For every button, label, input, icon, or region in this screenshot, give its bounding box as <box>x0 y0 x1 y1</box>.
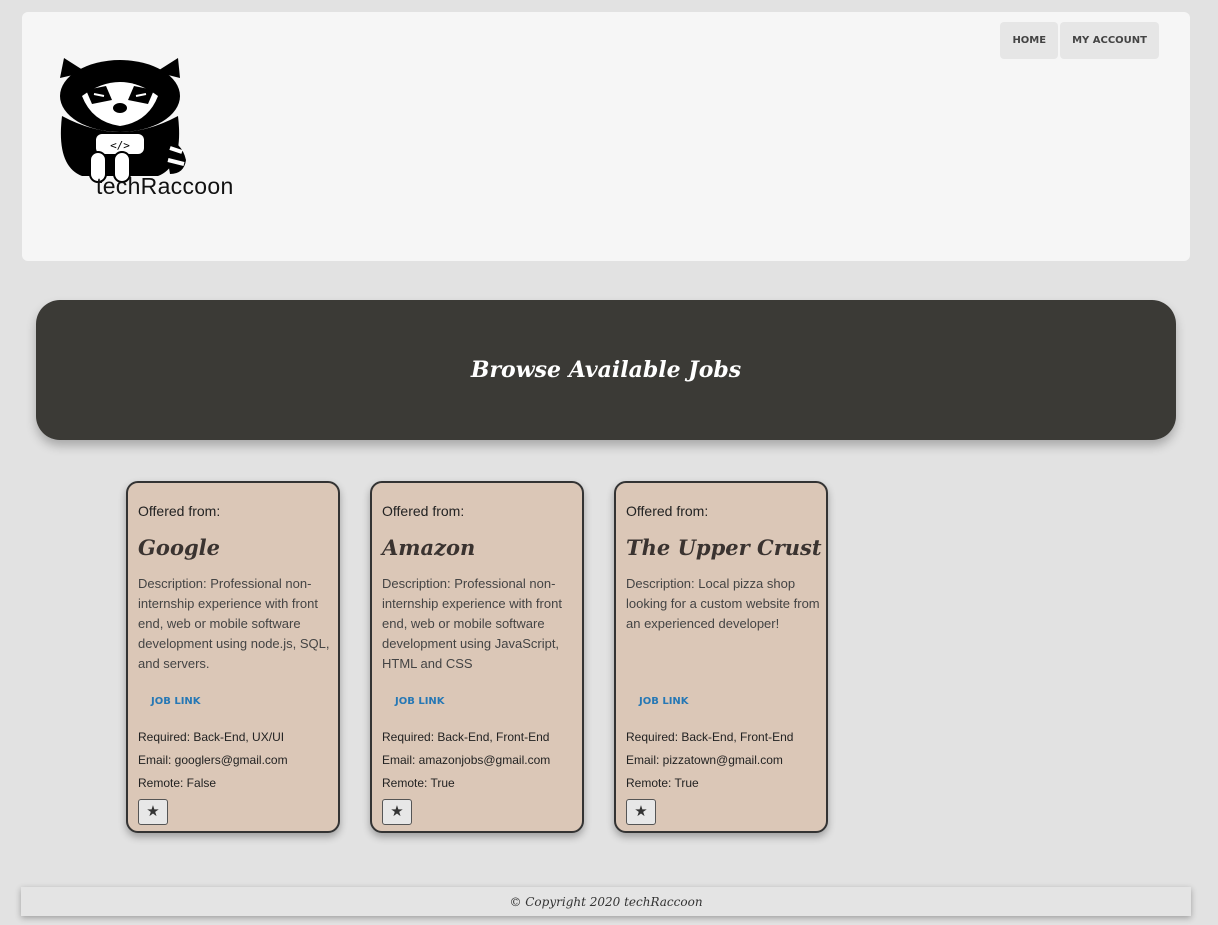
remote-status: Remote: False <box>138 776 217 790</box>
remote-status: Remote: True <box>382 776 455 790</box>
remote-status: Remote: True <box>626 776 699 790</box>
contact-email: Email: pizzatown@gmail.com <box>626 753 783 767</box>
star-icon: ★ <box>390 803 404 820</box>
my-account-button[interactable]: MY ACCOUNT <box>1060 22 1159 59</box>
favorite-button[interactable]: ★ <box>382 799 412 825</box>
main-nav: HOME MY ACCOUNT <box>1000 22 1159 59</box>
company-name: Google <box>138 535 220 560</box>
job-card-upper-crust: Offered from: The Upper Crust Descriptio… <box>614 481 828 833</box>
offered-label: Offered from: <box>626 503 709 519</box>
job-description: Description: Professional non-internship… <box>382 576 562 671</box>
favorite-button[interactable]: ★ <box>626 799 656 825</box>
svg-text:</>: </> <box>110 139 130 152</box>
site-footer: © Copyright 2020 techRaccoon <box>21 887 1191 916</box>
page-title: Browse Available Jobs <box>470 357 742 383</box>
favorite-button[interactable]: ★ <box>138 799 168 825</box>
required-skills: Required: Back-End, UX/UI <box>138 730 285 744</box>
required-skills: Required: Back-End, Front-End <box>626 730 794 744</box>
job-link[interactable]: JOB LINK <box>395 696 445 707</box>
copyright-text: © Copyright 2020 techRaccoon <box>509 894 703 909</box>
job-card-amazon: Offered from: Amazon Description: Profes… <box>370 481 584 833</box>
job-link[interactable]: JOB LINK <box>639 696 689 707</box>
offered-label: Offered from: <box>382 503 465 519</box>
star-icon: ★ <box>634 803 648 820</box>
company-name: The Upper Crust <box>626 535 822 560</box>
required-skills: Required: Back-End, Front-End <box>382 730 550 744</box>
offered-label: Offered from: <box>138 503 221 519</box>
brand-name: techRaccoon <box>96 173 234 199</box>
job-link[interactable]: JOB LINK <box>151 696 201 707</box>
job-card-list: Offered from: Google Description: Profes… <box>126 481 828 833</box>
job-description: Description: Professional non-internship… <box>138 576 330 671</box>
home-button[interactable]: HOME <box>1000 22 1059 59</box>
company-name: Amazon <box>382 535 476 560</box>
site-header: </> techRaccoon HOME MY ACCOUNT <box>22 12 1190 261</box>
contact-email: Email: amazonjobs@gmail.com <box>382 753 551 767</box>
jobs-banner: Browse Available Jobs <box>36 300 1176 440</box>
contact-email: Email: googlers@gmail.com <box>138 753 288 767</box>
star-icon: ★ <box>146 803 160 820</box>
job-card-google: Offered from: Google Description: Profes… <box>126 481 340 833</box>
job-description: Description: Local pizza shop looking fo… <box>626 576 820 631</box>
